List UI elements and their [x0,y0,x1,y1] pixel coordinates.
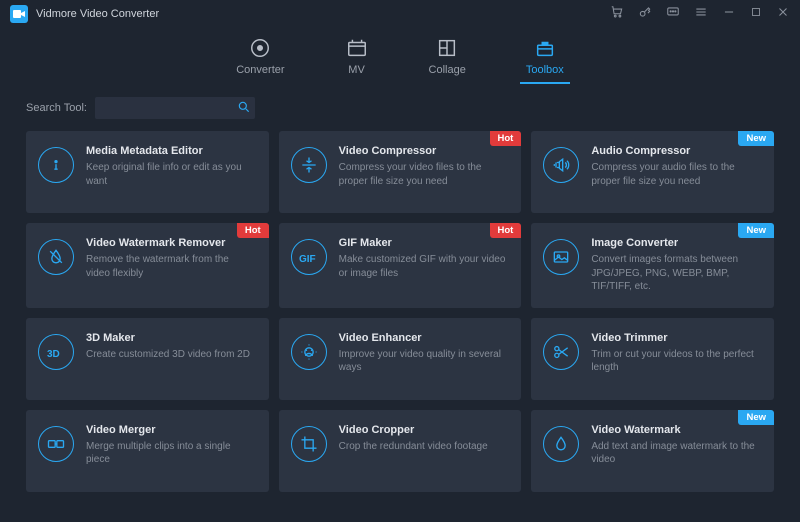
content-area: Search Tool: Media Metadata Editor Keep … [0,85,800,521]
tool-grid: Media Metadata Editor Keep original file… [26,131,774,492]
card-title: Video Watermark Remover [86,237,255,249]
3d-icon: 3D [38,334,74,370]
merge-icon [38,426,74,462]
key-icon[interactable] [638,5,652,24]
mv-icon [345,36,369,60]
gif-icon: GIF [291,239,327,275]
tool-card[interactable]: New Video Watermark Add text and image w… [531,410,774,492]
card-text: Video Merger Merge multiple clips into a… [86,424,255,478]
image-convert-icon [543,239,579,275]
badge-new: New [738,410,774,425]
titlebar: Vidmore Video Converter [0,0,800,28]
menu-icon[interactable] [694,5,708,24]
card-title: Video Merger [86,424,255,436]
badge-new: New [738,131,774,146]
search-label: Search Tool: [26,102,87,114]
tool-card[interactable]: Video Trimmer Trim or cut your videos to… [531,318,774,400]
card-title: 3D Maker [86,332,250,344]
card-desc: Keep original file info or edit as you w… [86,161,255,188]
search-input[interactable] [95,97,255,119]
feedback-icon[interactable] [666,5,680,24]
watermark-icon [543,426,579,462]
search-box [95,97,255,119]
water-remove-icon [38,239,74,275]
card-desc: Improve your video quality in several wa… [339,348,508,375]
app-logo-icon [10,5,28,23]
svg-text:3D: 3D [47,349,60,360]
close-icon[interactable] [776,5,790,24]
tool-card[interactable]: New Image Converter Convert images forma… [531,223,774,308]
svg-text:GIF: GIF [299,254,316,265]
trim-icon [543,334,579,370]
search-row: Search Tool: [26,97,774,119]
tab-collage[interactable]: Collage [429,36,466,84]
app-title: Vidmore Video Converter [36,8,610,20]
tab-label: Toolbox [526,64,564,76]
enhance-icon [291,334,327,370]
audio-compress-icon [543,147,579,183]
top-nav: Converter MV Collage Toolbox [0,28,800,85]
card-desc: Convert images formats between JPG/JPEG,… [591,253,760,294]
maximize-icon[interactable] [750,5,762,23]
toolbox-icon [533,36,557,60]
minimize-icon[interactable] [722,5,736,24]
badge-hot: Hot [490,223,522,238]
tool-card[interactable]: Video Merger Merge multiple clips into a… [26,410,269,492]
card-desc: Compress your video files to the proper … [339,161,508,188]
card-desc: Trim or cut your videos to the perfect l… [591,348,760,375]
card-desc: Remove the watermark from the video flex… [86,253,255,280]
card-desc: Make customized GIF with your video or i… [339,253,508,280]
card-text: Video Enhancer Improve your video qualit… [339,332,508,386]
tool-card[interactable]: Video Cropper Crop the redundant video f… [279,410,522,492]
crop-icon [291,426,327,462]
card-title: Video Enhancer [339,332,508,344]
card-title: Image Converter [591,237,760,249]
tool-card[interactable]: Media Metadata Editor Keep original file… [26,131,269,213]
tool-card[interactable]: Hot Video Watermark Remover Remove the w… [26,223,269,308]
card-text: 3D Maker Create customized 3D video from… [86,332,250,386]
compress-icon [291,147,327,183]
tool-card[interactable]: 3D 3D Maker Create customized 3D video f… [26,318,269,400]
card-text: Media Metadata Editor Keep original file… [86,145,255,199]
tool-card[interactable]: Video Enhancer Improve your video qualit… [279,318,522,400]
tab-label: Converter [236,64,284,76]
card-title: Video Trimmer [591,332,760,344]
card-title: Video Watermark [591,424,760,436]
search-icon[interactable] [237,100,251,119]
card-desc: Merge multiple clips into a single piece [86,440,255,467]
badge-hot: Hot [490,131,522,146]
card-text: Video Trimmer Trim or cut your videos to… [591,332,760,386]
card-text: Video Watermark Add text and image water… [591,424,760,478]
card-desc: Crop the redundant video footage [339,440,488,454]
tab-label: MV [348,64,365,76]
card-desc: Add text and image watermark to the vide… [591,440,760,467]
card-text: GIF Maker Make customized GIF with your … [339,237,508,294]
tab-label: Collage [429,64,466,76]
card-title: Media Metadata Editor [86,145,255,157]
badge-hot: Hot [237,223,269,238]
tool-card[interactable]: Hot Video Compressor Compress your video… [279,131,522,213]
window-controls [610,5,790,24]
card-desc: Create customized 3D video from 2D [86,348,250,362]
tab-toolbox[interactable]: Toolbox [526,36,564,84]
info-icon [38,147,74,183]
tool-card[interactable]: Hot GIF GIF Maker Make customized GIF wi… [279,223,522,308]
badge-new: New [738,223,774,238]
tool-card[interactable]: New Audio Compressor Compress your audio… [531,131,774,213]
cart-icon[interactable] [610,5,624,24]
card-title: Video Cropper [339,424,488,436]
card-text: Video Compressor Compress your video fil… [339,145,508,199]
tab-mv[interactable]: MV [345,36,369,84]
collage-icon [435,36,459,60]
card-text: Image Converter Convert images formats b… [591,237,760,294]
converter-icon [248,36,272,60]
tab-converter[interactable]: Converter [236,36,284,84]
card-title: Audio Compressor [591,145,760,157]
card-desc: Compress your audio files to the proper … [591,161,760,188]
card-text: Video Watermark Remover Remove the water… [86,237,255,294]
card-title: Video Compressor [339,145,508,157]
card-text: Video Cropper Crop the redundant video f… [339,424,488,478]
card-title: GIF Maker [339,237,508,249]
card-text: Audio Compressor Compress your audio fil… [591,145,760,199]
